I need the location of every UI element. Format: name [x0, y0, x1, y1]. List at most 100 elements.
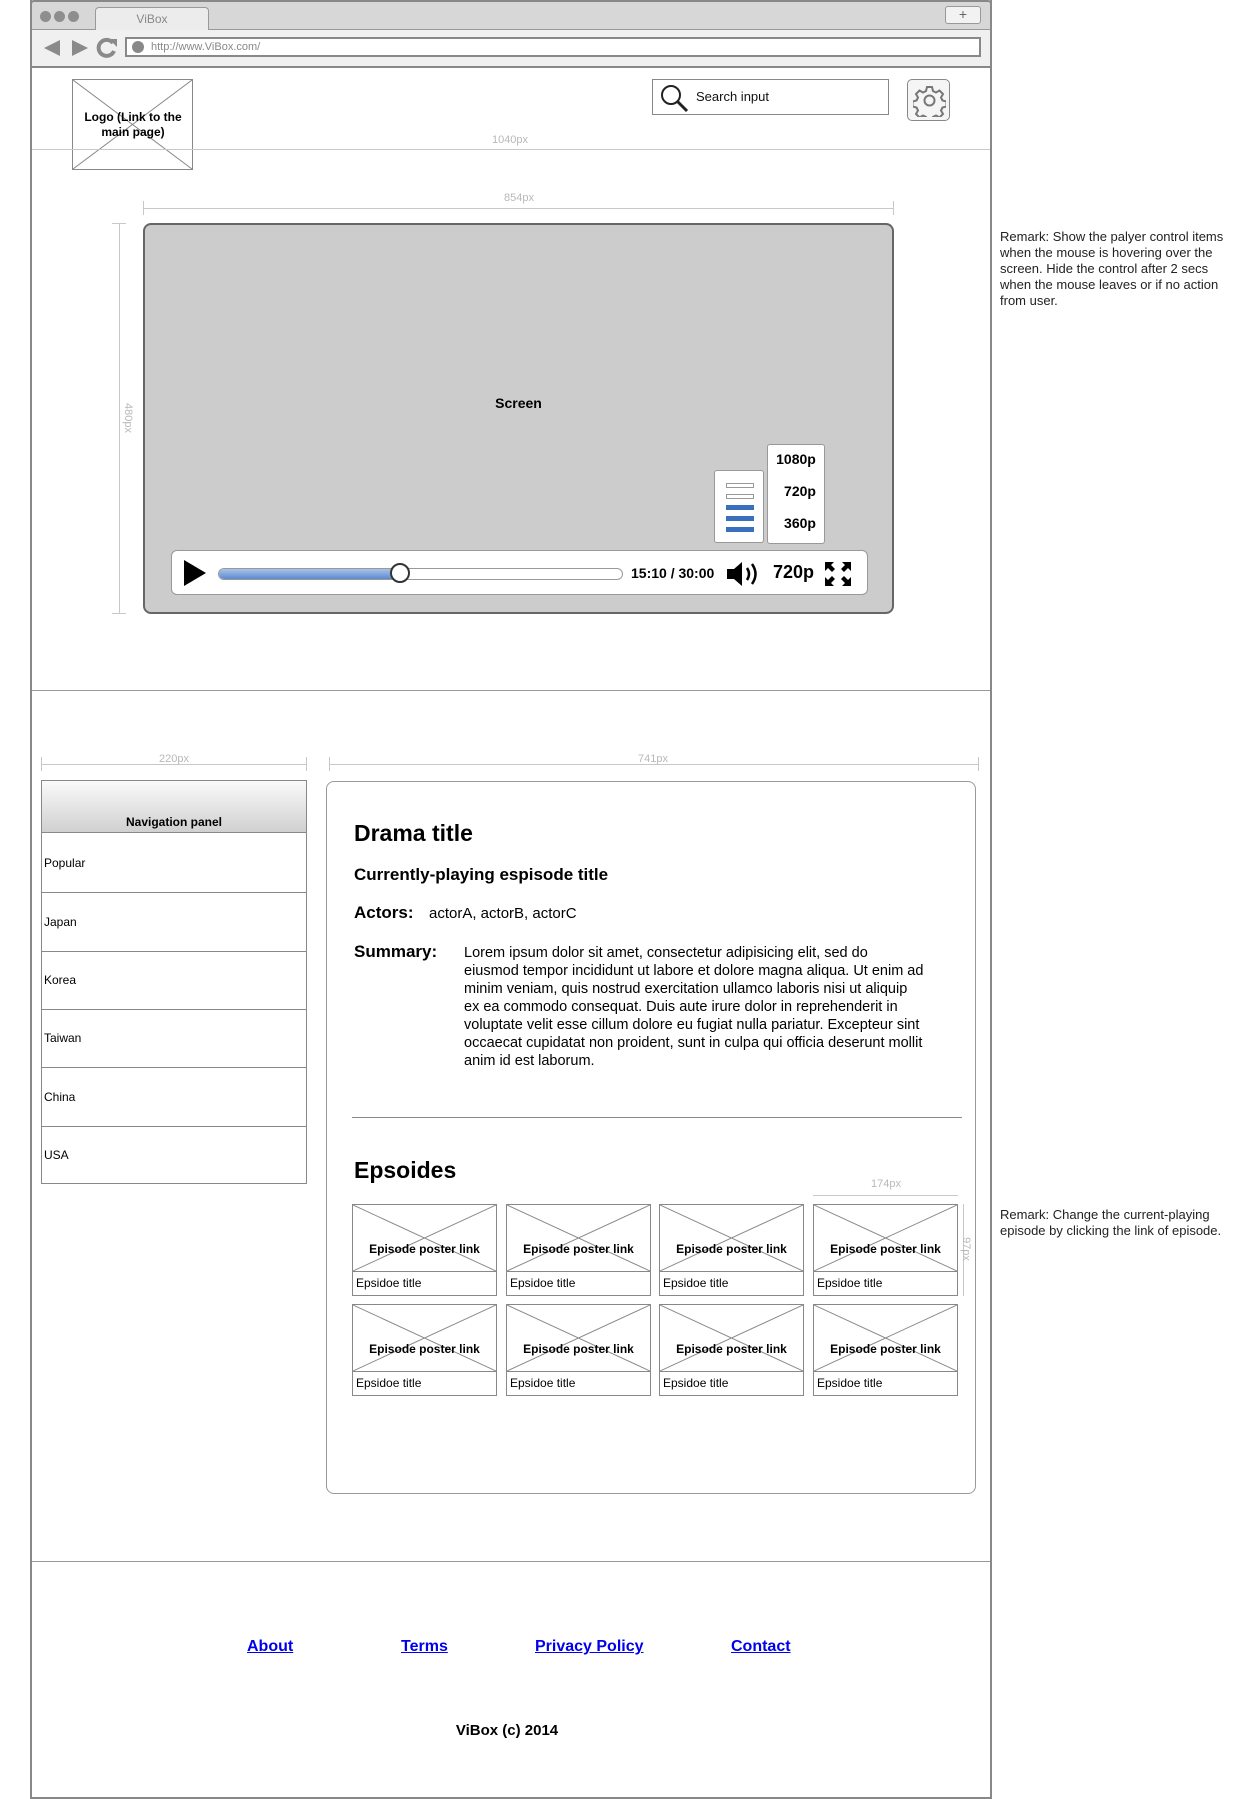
reload-icon[interactable] [96, 37, 118, 59]
dimension-tick [112, 223, 126, 224]
window-maximize-dot[interactable] [68, 11, 79, 22]
dimension-tick [41, 757, 42, 771]
episode-poster-label: Episode poster link [523, 1342, 634, 1356]
episode-poster-label: Episode poster link [830, 1342, 941, 1356]
drama-title: Drama title [354, 820, 473, 846]
current-resolution[interactable]: 720p [773, 562, 814, 583]
episode-poster-link[interactable]: Episode poster link [660, 1305, 803, 1372]
episode-title[interactable]: Epsidoe title [663, 1376, 728, 1390]
episode-card[interactable]: Episode poster link Epsidoe title [813, 1204, 958, 1296]
progress-thumb[interactable] [390, 563, 411, 583]
episode-card[interactable]: Episode poster link Epsidoe title [506, 1304, 651, 1396]
dimension-tick [306, 757, 307, 771]
episode-card[interactable]: Episode poster link Epsidoe title [659, 1204, 804, 1296]
back-arrow-icon[interactable] [42, 38, 62, 58]
volume-icon[interactable] [726, 561, 762, 587]
browser-tab[interactable]: ViBox [95, 7, 209, 30]
episode-title[interactable]: Epsidoe title [510, 1276, 575, 1290]
quality-option-360p[interactable]: 360p [768, 515, 824, 531]
url-bar[interactable]: http://www.ViBox.com/ [125, 37, 981, 57]
nav-item-korea[interactable]: Korea [42, 951, 306, 1010]
image-placeholder-icon [353, 1205, 496, 1271]
url-text: http://www.ViBox.com/ [151, 41, 261, 53]
episode-poster-link[interactable]: Episode poster link [353, 1305, 496, 1372]
image-placeholder-icon [814, 1305, 957, 1371]
player-height-label: 480px [122, 403, 134, 433]
episode-poster-link[interactable]: Episode poster link [814, 1205, 957, 1272]
volume-slider[interactable] [714, 470, 764, 543]
play-icon[interactable] [184, 560, 206, 586]
quality-option-1080p[interactable]: 1080p [768, 451, 824, 467]
episode-poster-link[interactable]: Episode poster link [660, 1205, 803, 1272]
settings-button[interactable] [907, 79, 950, 121]
dimension-tick [893, 201, 894, 215]
navigation-header: Navigation panel [42, 781, 306, 833]
browser-titlebar: ViBox + [30, 0, 992, 30]
search-icon [661, 85, 689, 113]
card-width-label: 174px [871, 1178, 901, 1190]
volume-level-bar [726, 494, 754, 499]
globe-icon [132, 41, 144, 53]
nav-item-popular[interactable]: Popular [42, 834, 306, 893]
search-input[interactable]: Search input [652, 79, 889, 115]
episode-card[interactable]: Episode poster link Epsidoe title [352, 1204, 497, 1296]
nav-item-japan[interactable]: Japan [42, 893, 306, 952]
episode-poster-link[interactable]: Episode poster link [353, 1205, 496, 1272]
nav-item-taiwan[interactable]: Taiwan [42, 1009, 306, 1068]
episode-poster-link[interactable]: Episode poster link [507, 1305, 650, 1372]
nav-item-usa[interactable]: USA [42, 1126, 306, 1185]
episode-title[interactable]: Epsidoe title [356, 1276, 421, 1290]
browser-toolbar: http://www.ViBox.com/ [30, 30, 992, 68]
footer-link-terms[interactable]: Terms [401, 1638, 448, 1656]
card-width-dimension-line [813, 1195, 958, 1196]
nav-width-label: 220px [159, 753, 189, 765]
image-placeholder-icon [507, 1205, 650, 1271]
remark-episodes: Remark: Change the current-playing episo… [1000, 1207, 1222, 1238]
episode-poster-link[interactable]: Episode poster link [814, 1305, 957, 1372]
footer-link-privacy-policy[interactable]: Privacy Policy [535, 1638, 644, 1656]
player-width-label: 854px [504, 192, 534, 204]
content-divider [352, 1117, 962, 1118]
episode-title[interactable]: Epsidoe title [817, 1276, 882, 1290]
logo-label: Logo (Link to the main page) [84, 110, 182, 139]
summary-text: Lorem ipsum dolor sit amet, consectetur … [464, 945, 924, 1069]
footer-link-contact[interactable]: Contact [731, 1638, 791, 1656]
episode-card[interactable]: Episode poster link Epsidoe title [659, 1304, 804, 1396]
episode-poster-label: Episode poster link [676, 1242, 787, 1256]
quality-option-720p[interactable]: 720p [768, 483, 824, 499]
remark-player: Remark: Show the palyer control items wh… [1000, 229, 1224, 308]
episode-title[interactable]: Epsidoe title [817, 1376, 882, 1390]
window-close-dot[interactable] [40, 11, 51, 22]
episode-title[interactable]: Epsidoe title [663, 1276, 728, 1290]
gear-icon [913, 86, 946, 117]
episode-poster-label: Episode poster link [523, 1242, 634, 1256]
screen-label: Screen [495, 395, 542, 411]
window-minimize-dot[interactable] [54, 11, 65, 22]
forward-arrow-icon[interactable] [70, 38, 90, 58]
episode-poster-label: Episode poster link [369, 1242, 480, 1256]
progress-bar[interactable] [218, 568, 623, 580]
episode-card[interactable]: Episode poster link Epsidoe title [506, 1204, 651, 1296]
player-width-dimension-line [143, 208, 894, 209]
episode-title[interactable]: Epsidoe title [356, 1376, 421, 1390]
episode-poster-link[interactable]: Episode poster link [507, 1205, 650, 1272]
episode-poster-label: Episode poster link [676, 1342, 787, 1356]
footer-link-about[interactable]: About [247, 1638, 293, 1656]
episode-card[interactable]: Episode poster link Epsidoe title [352, 1304, 497, 1396]
episode-card[interactable]: Episode poster link Epsidoe title [813, 1304, 958, 1396]
episode-title[interactable]: Epsidoe title [510, 1376, 575, 1390]
search-placeholder: Search input [696, 89, 769, 104]
card-height-label: 97px [960, 1237, 972, 1261]
dimension-tick [329, 757, 330, 771]
image-placeholder-icon [353, 1305, 496, 1371]
nav-item-china[interactable]: China [42, 1068, 306, 1127]
section-divider [32, 690, 990, 691]
video-screen[interactable]: Screen 1080p 720p 360p 15:10 / 30:00 720… [143, 223, 894, 614]
logo-link[interactable]: Logo (Link to the main page) [72, 79, 193, 170]
actors-label: Actors: [354, 903, 414, 922]
volume-level-bar [726, 527, 754, 532]
volume-level-bar [726, 505, 754, 510]
new-tab-button[interactable]: + [945, 6, 981, 24]
image-placeholder-icon [660, 1205, 803, 1271]
fullscreen-icon[interactable] [824, 561, 852, 587]
